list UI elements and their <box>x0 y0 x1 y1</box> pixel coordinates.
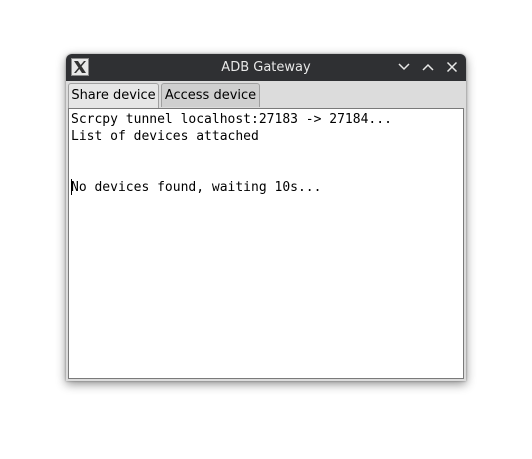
tab-access-device[interactable]: Access device <box>161 83 260 107</box>
chevron-down-icon[interactable] <box>396 59 412 75</box>
chevron-up-icon[interactable] <box>420 59 436 75</box>
log-line: Scrcpy tunnel localhost:27183 -> 27184..… <box>71 112 392 127</box>
x11-icon[interactable] <box>71 58 89 76</box>
log-line: No devices found, waiting 10s... <box>71 180 322 195</box>
close-icon[interactable] <box>444 59 460 75</box>
log-line: List of devices attached <box>71 129 259 144</box>
log-text: Scrcpy tunnel localhost:27183 -> 27184..… <box>71 111 392 196</box>
tab-bar: Share device Access device <box>66 81 466 109</box>
title-bar[interactable]: ADB Gateway <box>66 54 466 81</box>
text-caret <box>71 179 72 195</box>
log-output-area[interactable]: Scrcpy tunnel localhost:27183 -> 27184..… <box>68 108 464 379</box>
adb-gateway-window: ADB Gateway Share device Access device S… <box>66 54 466 381</box>
tab-share-device[interactable]: Share device <box>68 83 159 109</box>
